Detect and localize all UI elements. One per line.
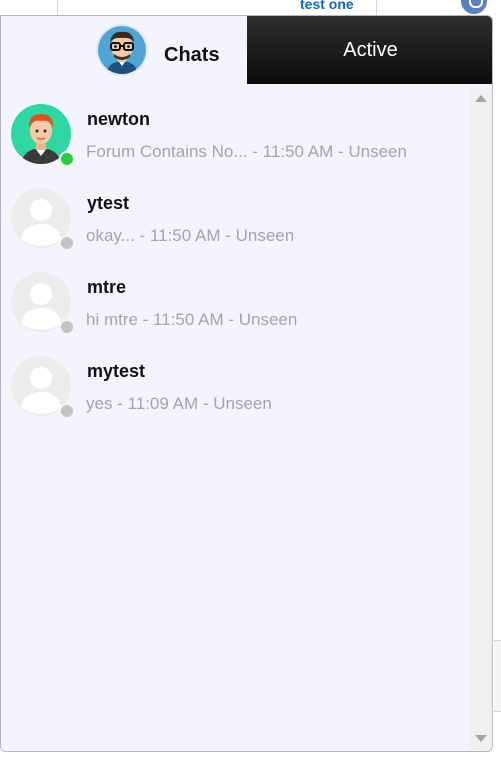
conversation-preview: Forum Contains No... - 11:50 AM - Unseen	[86, 142, 407, 161]
conversation-list: newton Forum Contains No... - 11:50 AM -…	[1, 84, 468, 751]
page-header-strip	[0, 0, 501, 16]
tab-active[interactable]: Active	[247, 16, 492, 84]
background-link[interactable]: test one	[300, 0, 354, 12]
tab-chats-label: Chats	[164, 44, 220, 66]
offline-status-icon	[59, 235, 75, 251]
conversation-item[interactable]: newton Forum Contains No... - 11:50 AM -…	[1, 84, 468, 168]
scroll-up-arrow-icon[interactable]	[475, 95, 487, 102]
conversation-preview: okay... - 11:50 AM - Unseen	[86, 226, 295, 245]
vertical-scrollbar[interactable]	[469, 88, 492, 751]
conversation-item[interactable]: mtre hi mtre - 11:50 AM - Unseen	[1, 252, 468, 336]
table-divider	[376, 0, 377, 16]
conversation-preview: yes - 11:09 AM - Unseen	[86, 394, 272, 413]
scroll-down-arrow-icon[interactable]	[475, 735, 487, 742]
tab-active-label: Active	[343, 39, 398, 61]
conversation-name: mtre	[87, 277, 127, 297]
conversation-preview: hi mtre - 11:50 AM - Unseen	[86, 310, 298, 329]
conversation-name: mytest	[87, 361, 146, 381]
table-divider	[57, 0, 58, 16]
chat-panel: Chats Active newton Forum Contains No...…	[0, 15, 493, 752]
conversation-item[interactable]: mytest yes - 11:09 AM - Unseen	[1, 336, 468, 420]
conversation-name: newton	[87, 109, 150, 129]
my-avatar	[96, 24, 148, 76]
offline-status-icon	[59, 319, 75, 335]
cartoon-man-glasses-icon	[98, 26, 146, 74]
conversation-item[interactable]: ytest okay... - 11:50 AM - Unseen	[1, 168, 468, 252]
online-status-icon	[59, 151, 75, 167]
tab-chats[interactable]: Chats	[1, 16, 247, 84]
conversation-name: ytest	[87, 193, 130, 213]
offline-status-icon	[59, 403, 75, 419]
background-page-edge	[494, 640, 501, 712]
chat-tabs: Chats Active	[1, 16, 492, 84]
